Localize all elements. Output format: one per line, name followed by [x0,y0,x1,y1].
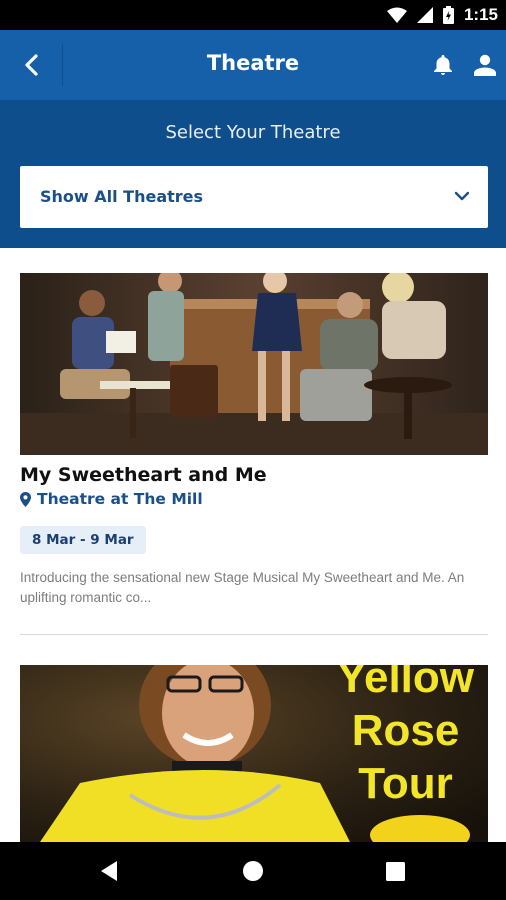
nav-back-icon [101,861,117,881]
poster-line: Yellow [337,665,474,702]
chevron-down-icon [454,191,470,201]
battery-icon [442,6,454,24]
poster-text: Yellow Rose Tour [337,665,474,810]
event-title[interactable]: My Sweetheart and Me [20,464,267,486]
event-image[interactable]: Yellow Rose Tour [20,665,488,842]
nav-recents-icon [385,861,405,881]
selector-heading: Select Your Theatre [165,122,341,143]
event-venue[interactable]: Theatre at The Mill [20,490,203,508]
venue-name: Theatre at The Mill [37,490,203,508]
location-pin-icon [20,491,31,507]
back-arrow-icon [25,54,38,76]
wifi-icon [386,7,407,23]
nav-recents-button[interactable] [378,854,412,888]
status-icons: 1:15 [386,4,498,26]
nav-back-button[interactable] [92,854,126,888]
system-nav-bar [0,842,506,900]
signal-icon [416,7,433,23]
events-list[interactable]: My Sweetheart and Me Theatre at The Mill… [0,248,506,842]
theatre-selector-panel: Select Your Theatre Show All Theatres [0,100,506,248]
back-button[interactable] [14,48,50,82]
poster-line: Rose [351,706,460,755]
notifications-button[interactable] [428,50,458,80]
nav-home-icon [243,861,263,881]
status-time: 1:15 [463,5,498,24]
status-bar: 1:15 [0,0,506,30]
poster-line: Tour [358,759,453,808]
app-bar-divider [62,44,63,86]
bell-icon [434,55,452,75]
profile-button[interactable] [470,50,500,80]
user-icon [474,54,496,76]
nav-home-button[interactable] [236,854,270,888]
theatre-dropdown[interactable]: Show All Theatres [20,166,488,228]
date-badge: 8 Mar - 9 Mar [20,526,146,554]
event-description: Introducing the sensational new Stage Mu… [20,570,465,605]
app-bar: Theatre [0,30,506,100]
dropdown-selected-value: Show All Theatres [40,187,204,206]
event-image[interactable] [20,273,488,455]
card-divider [20,634,488,635]
